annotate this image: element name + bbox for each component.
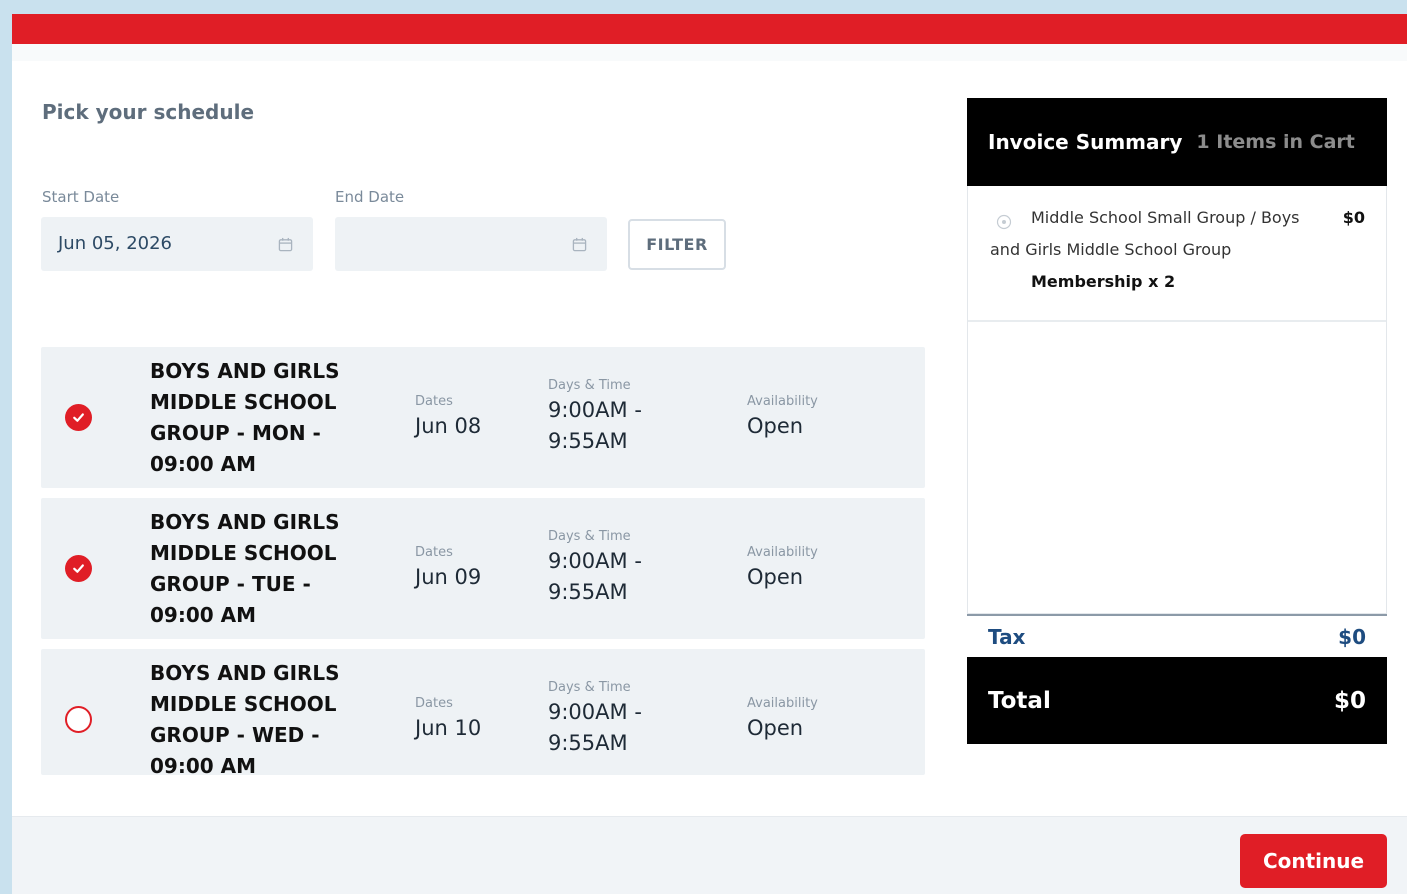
page-title: Pick your schedule	[42, 100, 255, 124]
filter-button[interactable]: FILTER	[628, 219, 726, 270]
availability-label: Availability	[747, 545, 818, 560]
total-row: Total $0	[967, 657, 1387, 744]
session-availability: Open	[747, 565, 804, 589]
tax-value: $0	[1338, 624, 1366, 649]
item-quantity: Membership x 2	[1031, 272, 1176, 291]
invoice-summary: Invoice Summary 1 Items in Cart Middle S…	[967, 98, 1387, 744]
total-value: $0	[1333, 687, 1366, 714]
session-select-radio[interactable]	[65, 555, 92, 582]
header-strip	[12, 44, 1407, 61]
invoice-body: Middle School Small Group / Boys $0 and …	[967, 186, 1387, 614]
end-date-label: End Date	[335, 188, 405, 206]
session-availability: Open	[747, 414, 804, 438]
session-select-radio[interactable]	[65, 404, 92, 431]
check-icon	[73, 564, 84, 573]
days-time-label: Days & Time	[548, 529, 631, 544]
tax-label: Tax	[988, 624, 1026, 649]
start-date-field[interactable]: Jun 05, 2026	[41, 217, 313, 271]
start-date-value: Jun 05, 2026	[58, 233, 173, 254]
app-frame: Pick your schedule Start Date Jun 05, 20…	[12, 14, 1407, 894]
invoice-header: Invoice Summary 1 Items in Cart	[967, 98, 1387, 186]
session-availability: Open	[747, 716, 804, 740]
session-time: 9:00AM - 9:55AM	[548, 700, 642, 755]
availability-label: Availability	[747, 696, 818, 711]
days-time-label: Days & Time	[548, 680, 631, 695]
session-row[interactable]: BOYS AND GIRLS MIDDLE SCHOOL GROUP - MON…	[41, 347, 925, 488]
footer-bar	[12, 816, 1407, 894]
dates-label: Dates	[415, 394, 453, 409]
session-date: Jun 08	[415, 414, 482, 438]
cart-count: 1 Items in Cart	[1196, 131, 1355, 153]
check-icon	[73, 413, 84, 422]
remove-icon[interactable]	[996, 214, 1012, 230]
end-date-field[interactable]	[335, 217, 607, 271]
invoice-line-item: Middle School Small Group / Boys $0 and …	[968, 186, 1386, 322]
session-time: 9:00AM - 9:55AM	[548, 398, 642, 453]
dates-label: Dates	[415, 696, 453, 711]
calendar-icon	[278, 237, 293, 252]
start-date-label: Start Date	[42, 188, 120, 206]
session-name: BOYS AND GIRLS MIDDLE SCHOOL GROUP - TUE…	[150, 510, 340, 627]
invoice-title: Invoice Summary	[988, 130, 1183, 154]
session-date: Jun 09	[415, 565, 482, 589]
session-list: BOYS AND GIRLS MIDDLE SCHOOL GROUP - MON…	[41, 347, 925, 785]
top-banner	[12, 14, 1407, 44]
dates-label: Dates	[415, 545, 453, 560]
days-time-label: Days & Time	[548, 378, 631, 393]
session-time: 9:00AM - 9:55AM	[548, 549, 642, 604]
session-row[interactable]: BOYS AND GIRLS MIDDLE SCHOOL GROUP - WED…	[41, 649, 925, 778]
item-name: Middle School Small Group / Boys	[1031, 208, 1300, 227]
session-select-radio[interactable]	[65, 706, 92, 733]
session-row[interactable]: BOYS AND GIRLS MIDDLE SCHOOL GROUP - TUE…	[41, 498, 925, 639]
session-name: BOYS AND GIRLS MIDDLE SCHOOL GROUP - MON…	[150, 359, 340, 476]
tax-row: Tax $0	[967, 616, 1387, 657]
calendar-icon	[572, 237, 587, 252]
session-date: Jun 10	[415, 716, 482, 740]
item-price: $0	[1342, 208, 1365, 227]
total-label: Total	[988, 687, 1051, 714]
item-name-continued: and Girls Middle School Group	[990, 240, 1232, 259]
session-name: BOYS AND GIRLS MIDDLE SCHOOL GROUP - WED…	[150, 661, 340, 778]
availability-label: Availability	[747, 394, 818, 409]
continue-button[interactable]: Continue	[1240, 834, 1387, 888]
